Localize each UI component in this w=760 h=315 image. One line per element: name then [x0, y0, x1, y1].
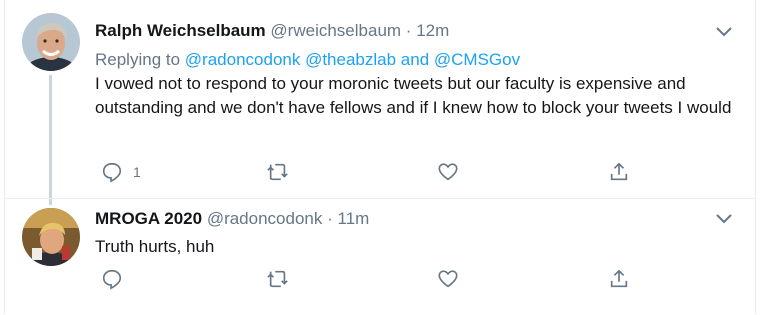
retweet-button[interactable] — [266, 266, 290, 292]
tweet-ralph[interactable]: Ralph Weichselbaum @rweichselbaum · 12m … — [5, 0, 755, 205]
tweet-actions — [95, 266, 655, 292]
display-name[interactable]: MROGA 2020 — [95, 209, 202, 228]
avatar[interactable] — [22, 208, 80, 266]
share-button[interactable] — [608, 159, 630, 185]
share-icon — [610, 269, 628, 288]
separator-dot: · — [405, 21, 412, 40]
tweet-mroga[interactable]: MROGA 2020 @radoncodonk · 11m Truth hurt… — [5, 198, 755, 315]
tweet-actions: 1 — [95, 159, 655, 185]
share-icon — [610, 162, 628, 181]
user-handle[interactable]: @rweichselbaum — [270, 21, 401, 40]
retweet-button[interactable] — [266, 159, 290, 185]
tweet-header: MROGA 2020 @radoncodonk · 11m — [95, 209, 369, 229]
chevron-down-icon[interactable] — [715, 26, 733, 38]
speech-bubble-icon — [102, 162, 122, 183]
timestamp[interactable]: 11m — [338, 209, 370, 228]
timestamp[interactable]: 12m — [416, 21, 449, 40]
separator-dot: · — [327, 209, 333, 228]
timeline-frame: Ralph Weichselbaum @rweichselbaum · 12m … — [4, 0, 756, 314]
like-button[interactable] — [437, 266, 459, 292]
heart-icon — [438, 163, 458, 181]
reply-button[interactable] — [101, 266, 123, 292]
retweet-icon — [267, 163, 288, 181]
tweet-header: Ralph Weichselbaum @rweichselbaum · 12m — [95, 21, 449, 41]
heart-icon — [438, 270, 458, 288]
share-button[interactable] — [608, 266, 630, 292]
tweet-text: Truth hurts, huh — [95, 237, 215, 256]
replying-to: Replying to @radoncodonk @theabzlab and … — [95, 50, 520, 70]
avatar-photo — [22, 208, 80, 266]
replying-to-label: Replying to — [95, 50, 181, 69]
reply-button[interactable]: 1 — [101, 159, 141, 185]
user-handle[interactable]: @radoncodonk — [207, 209, 323, 228]
speech-bubble-icon — [102, 269, 122, 290]
reply-count: 1 — [133, 164, 141, 180]
like-button[interactable] — [437, 159, 459, 185]
replying-to-users-link[interactable]: @radoncodonk @theabzlab and @CMSGov — [185, 50, 520, 69]
chevron-down-icon[interactable] — [715, 213, 733, 225]
avatar[interactable] — [22, 13, 80, 71]
tweet-text: I vowed not to respond to your moronic t… — [95, 74, 732, 117]
thread-line — [49, 75, 52, 205]
display-name[interactable]: Ralph Weichselbaum — [95, 21, 266, 40]
avatar-photo — [22, 13, 80, 71]
retweet-icon — [267, 270, 288, 288]
